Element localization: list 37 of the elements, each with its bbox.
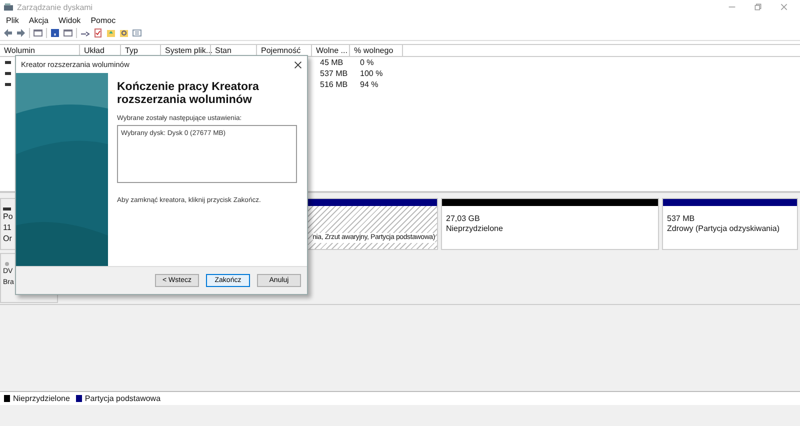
- partition-size: 27,03 GB: [446, 214, 481, 224]
- window-icon[interactable]: [33, 28, 43, 38]
- partition[interactable]: 537 MB Zdrowy (Partycja odzyskiwania): [662, 198, 798, 250]
- table-cell-text: 0 %: [359, 57, 374, 68]
- menu-item[interactable]: Plik: [6, 16, 19, 24]
- table-cell-text: 516 MB: [319, 79, 349, 90]
- column-header[interactable]: Wolne ...: [312, 45, 350, 56]
- legend-label: Nieprzydzielone: [13, 394, 70, 403]
- menu-item[interactable]: Widok: [58, 16, 81, 24]
- menu-item[interactable]: Pomoc: [90, 16, 116, 24]
- legend-label: Partycja podstawowa: [84, 394, 161, 403]
- partition-size: 537 MB: [667, 214, 696, 224]
- partition[interactable]: 27,03 GB Nieprzydzielone: [441, 198, 659, 250]
- dialog-heading: Kończenie pracy Kreatora rozszerzania woluminów: [117, 81, 260, 107]
- column-header[interactable]: % wolnego: [350, 45, 403, 56]
- disk-label-text: 11: [3, 222, 12, 233]
- folder-search-icon[interactable]: [119, 28, 129, 38]
- table-cell-text: 100 %: [359, 68, 383, 79]
- forward-icon[interactable]: [16, 28, 26, 38]
- disk-label-text: Po: [3, 211, 14, 222]
- properties-icon[interactable]: [132, 28, 142, 38]
- disk-label-text: Or: [3, 233, 13, 244]
- partition-status: Nieprzydzielone: [446, 224, 504, 234]
- app-icon: [4, 3, 13, 11]
- window-icon[interactable]: [63, 28, 73, 38]
- back-icon[interactable]: [3, 28, 13, 38]
- menu-item[interactable]: Akcja: [28, 16, 48, 24]
- table-cell-text: 537 MB: [319, 68, 349, 79]
- close-icon[interactable]: [294, 60, 302, 68]
- help-icon[interactable]: [50, 28, 60, 38]
- partition-status: Zdrowy (Partycja odzyskiwania): [667, 224, 780, 234]
- window-title: Zarządzanie dyskami: [17, 2, 93, 12]
- table-cell-text: 45 MB: [319, 57, 344, 68]
- checklist-icon[interactable]: [93, 28, 103, 38]
- table-cell-text: 94 %: [359, 79, 378, 90]
- disc-drive-icon: [3, 262, 11, 266]
- restore-icon[interactable]: [754, 3, 762, 11]
